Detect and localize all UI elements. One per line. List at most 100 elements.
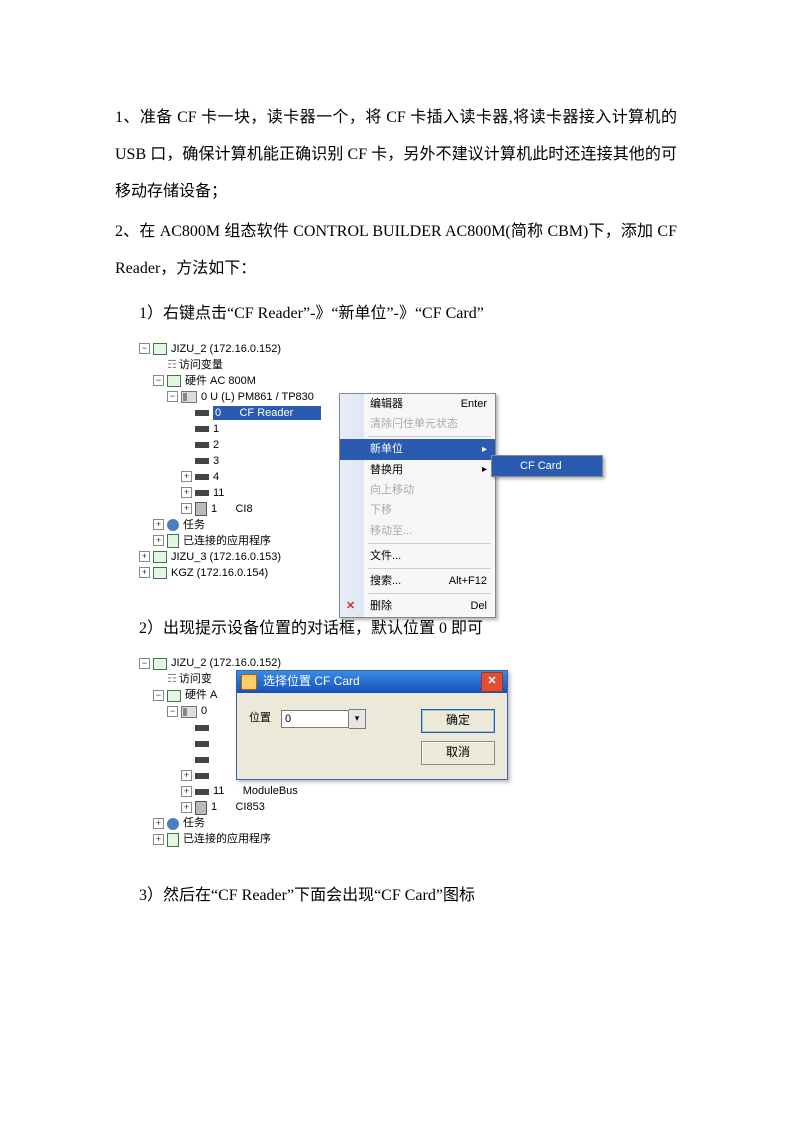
dialog-titlebar[interactable]: 选择位置 CF Card ✕ [237,671,507,693]
slot-icon [195,789,209,795]
var-icon: ☶ [167,358,177,372]
tasks-icon [167,818,179,830]
slot-icon [195,426,209,432]
cpu-card-icon [181,391,197,403]
twisty-minus-icon[interactable]: − [167,706,178,717]
tree-slot[interactable]: 2 [213,438,219,452]
twisty-plus-icon[interactable]: + [181,503,192,514]
tree-slot[interactable]: 4 [213,470,219,484]
tree-hw[interactable]: 硬件 AC 800M [185,374,256,388]
ctx-file[interactable]: 文件... [340,546,495,566]
position-label: 位置 [249,711,271,725]
twisty-plus-icon[interactable]: + [153,535,164,546]
slot-icon [195,725,209,731]
tree-cpu[interactable]: 0 [201,704,207,718]
twisty-minus-icon[interactable]: − [167,391,178,402]
tree-hw[interactable]: 硬件 A [185,688,217,702]
context-submenu: CF Card [491,455,603,477]
node-icon [153,343,167,355]
module-icon [195,502,207,516]
tree-slot[interactable]: 11 [213,486,224,500]
node-icon [153,658,167,670]
ok-button[interactable]: 确定 [421,709,495,733]
position-combo[interactable]: ▾ [281,709,366,729]
slot-icon [195,773,209,779]
tree-selected-cfreader[interactable]: 0 CF Reader [213,406,321,420]
tree-vars[interactable]: 访问变 [179,672,212,686]
ctx-move-down: 下移 [340,500,495,520]
screenshot-tree-contextmenu: −JIZU_2 (172.16.0.152) ☶访问变量 −硬件 AC 800M… [139,341,539,581]
cpu-card-icon [181,706,197,718]
tree-peer[interactable]: JIZU_3 (172.16.0.153) [171,550,281,564]
tree-root[interactable]: JIZU_2 (172.16.0.152) [171,656,281,670]
slot-icon [195,757,209,763]
tree-cpu[interactable]: 0 U (L) PM861 / TP830 [201,390,314,404]
ctx-replace[interactable]: 替换用 [340,460,495,480]
ctx-editor[interactable]: 编辑器Enter [340,394,495,414]
twisty-plus-icon[interactable]: + [181,802,192,813]
slot-icon [195,442,209,448]
apps-icon [167,833,179,847]
module-icon [195,801,207,815]
node-icon [167,375,181,387]
tree-slot[interactable]: 11 [213,784,224,798]
tree-peer[interactable]: KGZ (172.16.0.154) [171,566,268,580]
twisty-minus-icon[interactable]: − [139,343,150,354]
tree-slot[interactable]: 1 [213,422,219,436]
twisty-plus-icon[interactable]: + [181,487,192,498]
slot-icon [195,410,209,416]
twisty-plus-icon[interactable]: + [153,834,164,845]
paragraph-2: 2、在 AC800M 组态软件 CONTROL BUILDER AC800M(简… [115,214,677,288]
dialog-select-position: 选择位置 CF Card ✕ 位置 ▾ 确定 取消 [236,670,508,780]
cancel-button[interactable]: 取消 [421,741,495,765]
tree-apps[interactable]: 已连接的应用程序 [183,832,271,846]
ctx-search[interactable]: 搜索...Alt+F12 [340,571,495,591]
dialog-title: 选择位置 CF Card [263,674,360,690]
slot-icon [195,474,209,480]
twisty-minus-icon[interactable]: − [153,375,164,386]
tree-tasks[interactable]: 任务 [183,518,205,532]
node-icon [153,567,167,579]
ctx-move-up: 向上移动 [340,480,495,500]
tree-vars[interactable]: 访问变量 [179,358,223,372]
slot-icon [195,490,209,496]
slot-icon [195,458,209,464]
tree-apps[interactable]: 已连接的应用程序 [183,534,271,548]
delete-x-icon: ✕ [346,599,355,613]
position-input[interactable] [281,710,349,728]
twisty-plus-icon[interactable]: + [139,551,150,562]
apps-icon [167,534,179,548]
slot-icon [195,741,209,747]
ctx-clear-latch: 清除闩住单元状态 [340,414,495,434]
twisty-minus-icon[interactable]: − [153,690,164,701]
tasks-icon [167,519,179,531]
ctx-delete[interactable]: ✕删除Del [340,596,495,616]
submenu-cf-card[interactable]: CF Card [492,456,602,476]
twisty-plus-icon[interactable]: + [181,786,192,797]
node-icon [167,690,181,702]
step-3: 3）然后在“CF Reader”下面会出现“CF Card”图标 [139,878,677,915]
context-menu: 编辑器Enter 清除闩住单元状态 新单位 替换用 向上移动 下移 移动至...… [339,393,496,618]
twisty-minus-icon[interactable]: − [139,658,150,669]
tree-modulebus[interactable]: ModuleBus [243,784,298,798]
close-button[interactable]: ✕ [481,672,503,692]
step-1: 1）右键点击“CF Reader”-》“新单位”-》“CF Card” [139,296,677,333]
twisty-plus-icon[interactable]: + [181,471,192,482]
tree-ci[interactable]: 1 CI853 [211,800,265,814]
ctx-new-unit[interactable]: 新单位 [340,439,495,459]
tree-ci[interactable]: 1 CI8 [211,502,253,516]
paragraph-1: 1、准备 CF 卡一块，读卡器一个，将 CF 卡插入读卡器,将读卡器接入计算机的… [115,100,677,210]
screenshot-tree-dialog: −JIZU_2 (172.16.0.152) ☶访问变 −硬件 A −0 + +… [139,656,539,848]
dialog-title-icon [241,674,257,690]
twisty-plus-icon[interactable]: + [153,818,164,829]
node-icon [153,551,167,563]
twisty-plus-icon[interactable]: + [139,567,150,578]
tree-root[interactable]: JIZU_2 (172.16.0.152) [171,342,281,356]
twisty-plus-icon[interactable]: + [181,770,192,781]
twisty-plus-icon[interactable]: + [153,519,164,530]
var-icon: ☶ [167,672,177,686]
chevron-down-icon[interactable]: ▾ [349,709,366,729]
tree-slot[interactable]: 3 [213,454,219,468]
tree-tasks[interactable]: 任务 [183,816,205,830]
ctx-move-to: 移动至... [340,521,495,541]
